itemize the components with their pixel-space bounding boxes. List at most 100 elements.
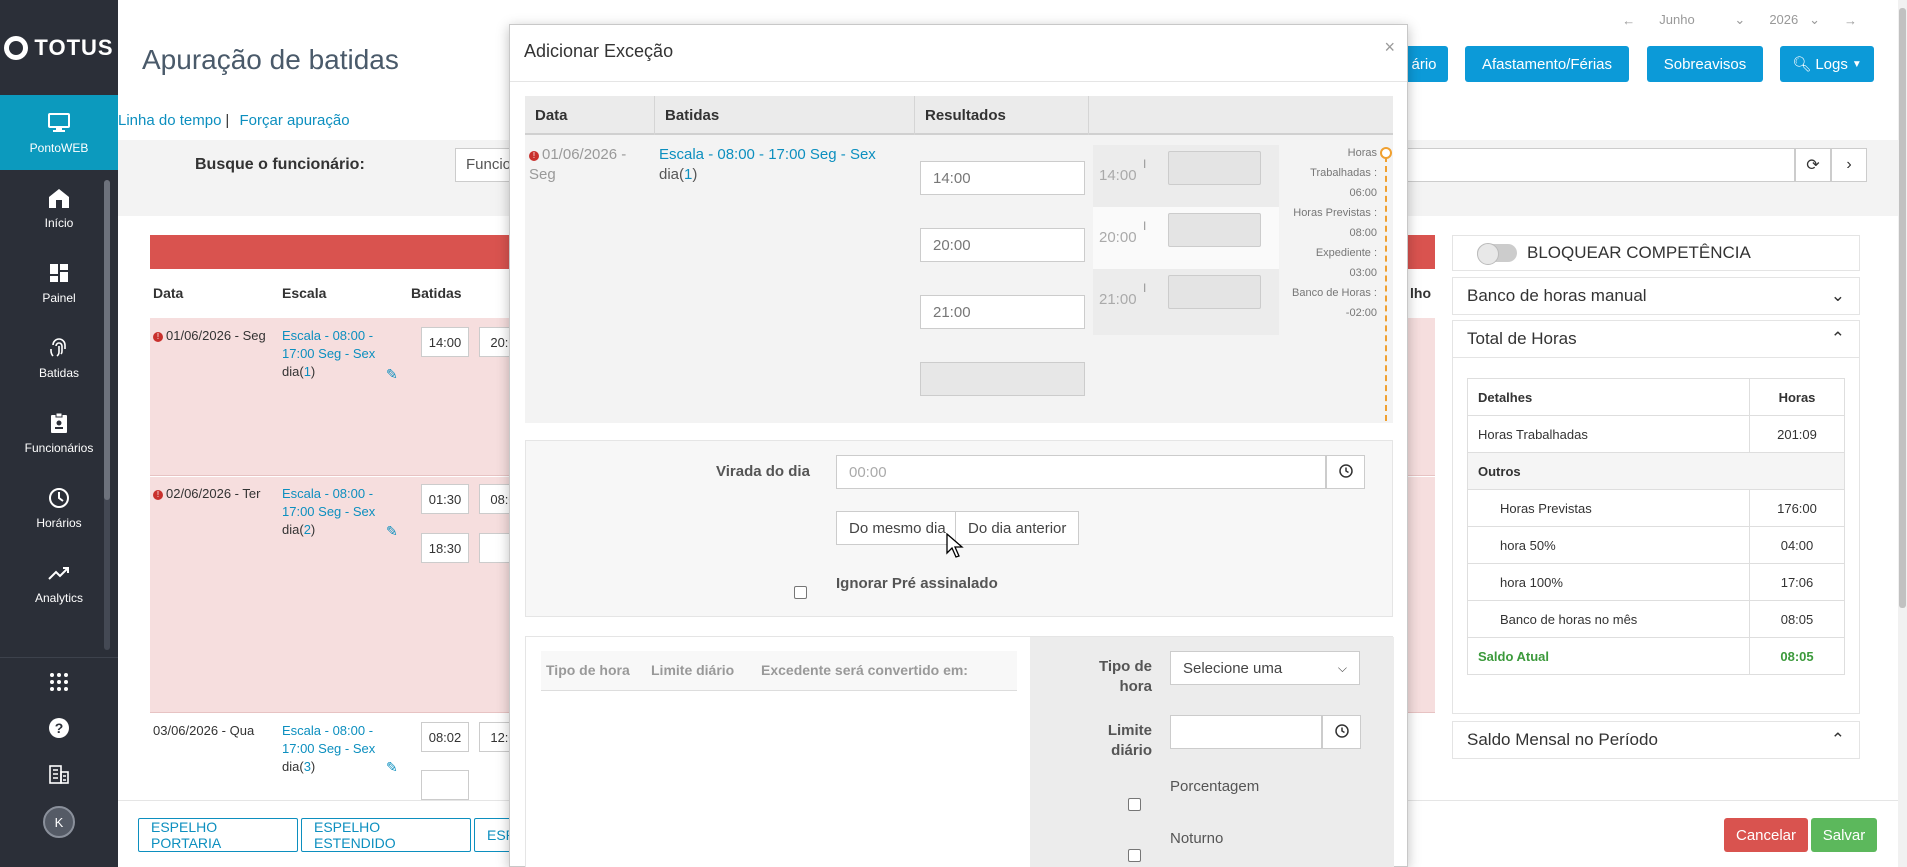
- page-scrollbar[interactable]: [1898, 0, 1907, 867]
- caret-down-icon: ▼: [1851, 58, 1862, 70]
- dashboard-icon: [47, 261, 71, 285]
- espelho-portaria-button[interactable]: ESPELHO PORTARIA: [138, 818, 298, 852]
- timeline-link[interactable]: Linha do tempo: [118, 112, 221, 129]
- porcentagem-checkbox[interactable]: [1128, 798, 1141, 811]
- row-escala[interactable]: Escala - 08:00 -17:00 Seg - Sex dia(2): [282, 485, 375, 539]
- sidebar-scrollbar[interactable]: [104, 180, 110, 650]
- sidebar-item-painel[interactable]: Painel: [0, 245, 118, 320]
- hours-group-label: Outros: [1467, 452, 1845, 490]
- next-button[interactable]: ›: [1831, 148, 1867, 182]
- row-escala[interactable]: Escala - 08:00 -17:00 Seg - Sex dia(3): [282, 722, 375, 776]
- clock-button[interactable]: [1326, 455, 1365, 489]
- timeline-marker-icon: [1380, 147, 1392, 159]
- espelho-estendido-button[interactable]: ESPELHO ESTENDIDO: [301, 818, 471, 852]
- virada-input[interactable]: 00:00: [836, 455, 1326, 489]
- sidebar: TOTUS PontoWEB Início Painel Batidas Fun…: [0, 0, 118, 867]
- hours-value: 17:06: [1749, 563, 1845, 601]
- saldo-value: 08:05: [1749, 637, 1845, 675]
- monitor-icon: [47, 111, 71, 135]
- refresh-button[interactable]: ⟳: [1795, 148, 1831, 182]
- noturno-checkbox[interactable]: [1128, 849, 1141, 862]
- batida-input[interactable]: 01:30: [421, 484, 469, 514]
- edit-pencil-icon[interactable]: ✎: [386, 523, 398, 540]
- prev-arrow-icon[interactable]: ←: [1622, 13, 1635, 28]
- force-apuracao-link[interactable]: Forçar apuração: [240, 112, 350, 129]
- col-header-resultados: Resultados: [915, 96, 1089, 135]
- chevron-up-icon: ⌃: [1830, 730, 1845, 749]
- sidebar-item-pontoweb[interactable]: PontoWEB: [0, 95, 118, 170]
- same-day-button[interactable]: Do mesmo dia: [836, 511, 959, 545]
- col-excedente: Excedente será convertido em:: [761, 662, 968, 678]
- sidebar-item-label: PontoWEB: [29, 140, 89, 155]
- virada-section: Virada do dia 00:00 Do mesmo dia Do dia …: [525, 440, 1393, 617]
- close-icon[interactable]: ×: [1384, 37, 1395, 58]
- period-selector: ← Junho ⌄ 2026 ⌄ →: [1622, 12, 1857, 28]
- sidebar-item-inicio[interactable]: Início: [0, 170, 118, 245]
- year-select[interactable]: 2026 ⌄: [1769, 12, 1820, 28]
- clock-icon: [47, 486, 71, 510]
- batida-input[interactable]: [421, 770, 469, 800]
- cancel-button[interactable]: Cancelar: [1724, 818, 1808, 852]
- banco-horas-manual-panel[interactable]: Banco de horas manual ⌄: [1452, 277, 1860, 315]
- sobreavisos-button[interactable]: Sobreavisos: [1647, 46, 1763, 82]
- sidebar-item-batidas[interactable]: Batidas: [0, 320, 118, 395]
- limits-form: Tipo de hora Selecione uma ⌵ Limite diário…: [1030, 637, 1394, 867]
- error-icon: !: [153, 332, 163, 342]
- edit-pencil-icon[interactable]: ✎: [386, 366, 398, 383]
- timeline-line: [1385, 156, 1387, 421]
- mouse-cursor-icon: [946, 532, 964, 562]
- bloquear-label: BLOQUEAR COMPETÊNCIA: [1527, 243, 1751, 262]
- edit-pencil-icon[interactable]: ✎: [386, 759, 398, 776]
- clock-button[interactable]: [1322, 715, 1361, 749]
- batida-input-disabled: [920, 362, 1085, 396]
- chevron-down-icon: ⌄: [1830, 286, 1845, 305]
- sidebar-item-analytics[interactable]: Analytics: [0, 545, 118, 620]
- col-tipo-hora: Tipo de hora: [546, 662, 630, 678]
- building-icon[interactable]: [45, 760, 73, 788]
- hours-label: hora 100%: [1467, 563, 1750, 601]
- tipo-hora-select[interactable]: Selecione uma ⌵: [1170, 651, 1360, 685]
- sidebar-footer: ? K: [0, 657, 118, 867]
- bloquear-competencia-toggle[interactable]: BLOQUEAR COMPETÊNCIA: [1452, 235, 1860, 271]
- exception-escala[interactable]: Escala - 08:00 - 17:00 Seg - Sex dia(1): [659, 145, 876, 185]
- limite-diario-input[interactable]: [1170, 715, 1322, 749]
- trend-icon: [47, 561, 71, 585]
- noturno-label: Noturno: [1170, 830, 1224, 847]
- panel-title: Saldo Mensal no Período: [1467, 730, 1658, 749]
- sidebar-item-funcionarios[interactable]: Funcionários: [0, 395, 118, 470]
- total-horas-panel[interactable]: Total de Horas ⌃: [1452, 320, 1860, 358]
- sidebar-item-label: Batidas: [38, 365, 80, 380]
- saldo-mensal-panel[interactable]: Saldo Mensal no Período ⌃: [1452, 721, 1860, 759]
- result-row: 21:00 I: [1093, 269, 1279, 331]
- avatar[interactable]: K: [43, 806, 75, 838]
- batida-input[interactable]: 14:00: [920, 161, 1085, 195]
- month-select[interactable]: Junho ⌄: [1659, 12, 1745, 28]
- chevron-down-icon: ⌄: [1809, 12, 1820, 27]
- help-icon[interactable]: ?: [45, 714, 73, 742]
- batida-input[interactable]: 14:00: [421, 327, 469, 357]
- batida-input[interactable]: 20:00: [920, 228, 1085, 262]
- apps-grid-icon[interactable]: [45, 668, 73, 696]
- previous-day-button[interactable]: Do dia anterior: [955, 511, 1080, 545]
- row-escala[interactable]: Escala - 08:00 -17:00 Seg - Sex dia(1): [282, 327, 375, 381]
- totvs-logo[interactable]: TOTUS: [0, 0, 118, 95]
- porcentagem-label: Porcentagem: [1170, 778, 1260, 795]
- badge-icon: [47, 411, 71, 435]
- batida-input[interactable]: 18:30: [421, 533, 469, 563]
- next-arrow-icon[interactable]: →: [1844, 13, 1857, 28]
- batida-input[interactable]: 08:02: [421, 722, 469, 752]
- col-header-data: Data: [525, 96, 655, 135]
- ignorar-pre-assinalado-checkbox[interactable]: [794, 586, 807, 599]
- chevron-right-icon: ›: [1846, 156, 1852, 173]
- logs-button[interactable]: 🔍︎ Logs ▼: [1780, 46, 1874, 82]
- add-exception-modal: Adicionar Exceção × Data Batidas Resulta…: [509, 24, 1408, 867]
- hours-value: 201:09: [1749, 415, 1845, 453]
- batida-input[interactable]: 21:00: [920, 295, 1085, 329]
- save-button[interactable]: Salvar: [1811, 818, 1877, 852]
- afastamento-ferias-button[interactable]: Afastamento/Férias: [1465, 46, 1629, 82]
- sidebar-item-horarios[interactable]: Horários: [0, 470, 118, 545]
- link-separator: |: [225, 112, 230, 129]
- fingerprint-icon: [47, 336, 71, 360]
- toggle-switch[interactable]: [1477, 243, 1517, 265]
- result-box: [1168, 213, 1261, 247]
